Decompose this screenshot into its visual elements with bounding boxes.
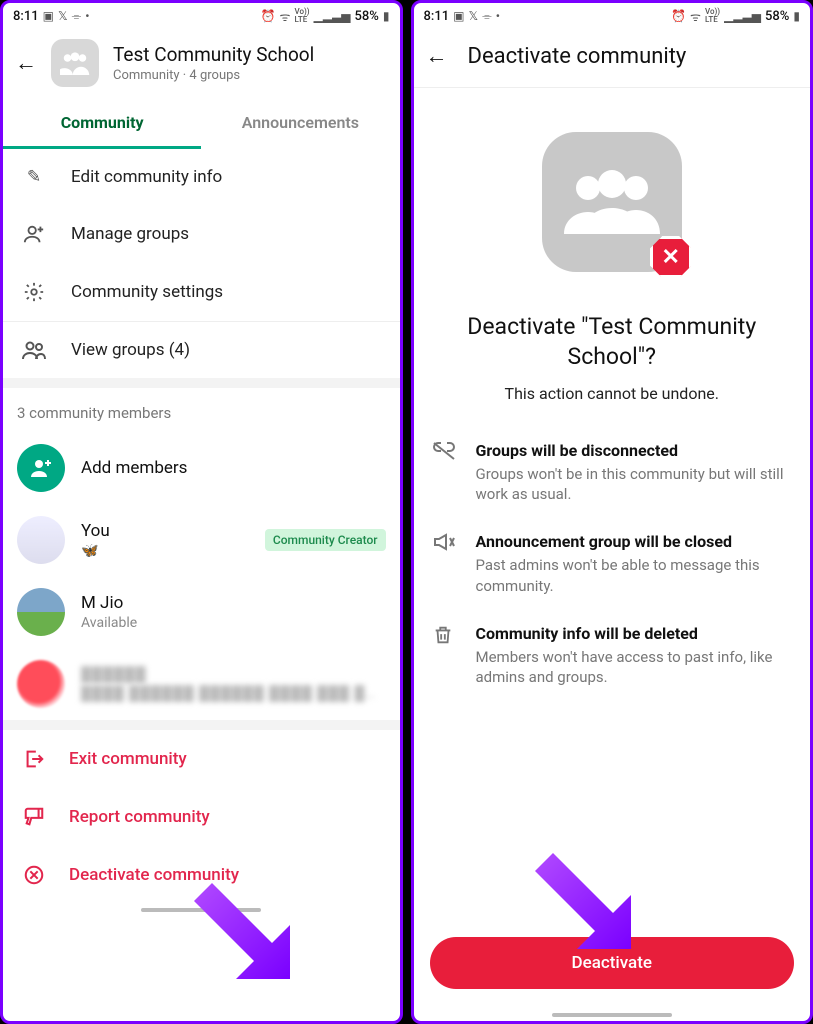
deactivate-button[interactable]: Deactivate xyxy=(430,937,795,989)
row-deactivate-community[interactable]: Deactivate community xyxy=(3,846,400,904)
bug-icon: ⌯ xyxy=(72,9,82,24)
community-title: Test Community School xyxy=(113,43,388,66)
avatar xyxy=(17,660,65,708)
battery-icon: ▮ xyxy=(383,9,390,23)
status-bar: 8:11 ▣ 𝕏 ⌯ • ⏰ ᯤ Vo))LTE ▁▂▃▅ 58% ▮ xyxy=(414,3,811,29)
pencil-icon: ✎ xyxy=(21,167,47,187)
row-edit-community-info[interactable]: ✎ Edit community info xyxy=(3,149,400,205)
row-community-settings[interactable]: Community settings xyxy=(3,263,400,321)
x-icon: 𝕏 xyxy=(58,9,68,23)
dot-icon: • xyxy=(85,9,89,23)
row-exit-community[interactable]: Exit community xyxy=(3,730,400,788)
row-label: Manage groups xyxy=(71,224,189,244)
bullet-disconnect: Groups will be disconnected Groups won't… xyxy=(432,431,793,523)
back-icon[interactable]: ← xyxy=(15,50,37,76)
wifi-icon: ᯤ xyxy=(280,8,291,25)
nav-bar xyxy=(414,1009,811,1021)
bug-icon: ⌯ xyxy=(482,9,492,24)
row-report-community[interactable]: Report community xyxy=(3,788,400,846)
row-label: Deactivate community xyxy=(69,865,239,885)
member-redacted[interactable]: ██████ ████ ██████ ██████ ████ ███ ███… xyxy=(3,648,400,720)
header-title: Deactivate community xyxy=(468,44,687,69)
member-mjio[interactable]: M Jio Available xyxy=(3,576,400,648)
bullet-delete: Community info will be deleted Members w… xyxy=(432,614,793,706)
member-name: ██████ xyxy=(81,666,386,683)
bullet-title: Groups will be disconnected xyxy=(476,441,793,460)
member-you[interactable]: You 🦋 Community Creator xyxy=(3,504,400,576)
deactivate-header: ← Deactivate community xyxy=(414,29,811,88)
x-badge-icon: ✕ xyxy=(650,236,692,278)
member-status: ████ ██████ ██████ ████ ███ ███… xyxy=(81,685,386,702)
community-subtitle: Community · 4 groups xyxy=(113,68,388,83)
avatar xyxy=(17,516,65,564)
status-time: 8:11 xyxy=(424,9,450,24)
community-avatar[interactable] xyxy=(51,39,99,87)
tab-community[interactable]: Community xyxy=(3,99,201,149)
row-view-groups[interactable]: View groups (4) xyxy=(3,322,400,378)
gallery-icon: ▣ xyxy=(43,9,54,23)
bullet-desc: Members won't have access to past info, … xyxy=(476,647,793,688)
exit-icon xyxy=(21,748,47,770)
dot-icon: • xyxy=(496,9,500,23)
trash-icon xyxy=(432,624,458,688)
people-icon xyxy=(21,340,47,360)
volte-icon: Vo))LTE xyxy=(294,8,309,24)
signal-icon: ▁▂▃▅ xyxy=(724,9,761,23)
signal-icon: ▁▂▃▅ xyxy=(314,9,351,23)
add-members-icon xyxy=(17,444,65,492)
avatar xyxy=(17,588,65,636)
tab-announcements[interactable]: Announcements xyxy=(201,99,399,149)
status-battery: 58% xyxy=(765,9,789,24)
bullet-title: Community info will be deleted xyxy=(476,624,793,643)
add-members-label: Add members xyxy=(81,458,187,478)
nav-bar xyxy=(3,904,400,916)
person-plus-icon xyxy=(21,223,47,245)
alarm-icon: ⏰ xyxy=(261,9,276,23)
status-time: 8:11 xyxy=(13,9,39,24)
row-label: Edit community info xyxy=(71,167,222,187)
deactivate-title: Deactivate "Test Community School"? xyxy=(438,312,787,372)
member-status: Available xyxy=(81,615,137,631)
row-add-members[interactable]: Add members xyxy=(3,432,400,504)
megaphone-off-icon xyxy=(432,532,458,596)
member-name: You xyxy=(81,521,249,541)
bullet-desc: Groups won't be in this community but wi… xyxy=(476,464,793,505)
bullet-announcement: Announcement group will be closed Past a… xyxy=(432,522,793,614)
gallery-icon: ▣ xyxy=(453,9,464,23)
member-status: 🦋 xyxy=(81,543,249,559)
tabs: Community Announcements xyxy=(3,99,400,149)
x-icon: 𝕏 xyxy=(468,9,478,23)
battery-icon: ▮ xyxy=(793,9,800,23)
member-name: M Jio xyxy=(81,593,137,613)
deactivate-subtitle: This action cannot be undone. xyxy=(432,384,793,403)
alarm-icon: ⏰ xyxy=(671,9,686,23)
circle-x-icon xyxy=(21,864,47,886)
row-label: Exit community xyxy=(69,749,187,769)
unlink-icon xyxy=(432,441,458,505)
right-screenshot: 8:11 ▣ 𝕏 ⌯ • ⏰ ᯤ Vo))LTE ▁▂▃▅ 58% ▮ ← De… xyxy=(411,0,813,1024)
row-manage-groups[interactable]: Manage groups xyxy=(3,205,400,263)
community-avatar-large: ✕ xyxy=(542,132,682,272)
gear-icon xyxy=(21,281,47,303)
back-icon[interactable]: ← xyxy=(426,43,448,69)
status-battery: 58% xyxy=(355,9,379,24)
community-header: ← Test Community School Community · 4 gr… xyxy=(3,29,400,99)
row-label: View groups (4) xyxy=(71,340,190,360)
row-label: Community settings xyxy=(71,282,223,302)
thumbs-down-icon xyxy=(21,806,47,828)
bullet-title: Announcement group will be closed xyxy=(476,532,793,551)
volte-icon: Vo))LTE xyxy=(705,8,720,24)
wifi-icon: ᯤ xyxy=(690,8,701,25)
bullet-desc: Past admins won't be able to message thi… xyxy=(476,555,793,596)
left-screenshot: 8:11 ▣ 𝕏 ⌯ • ⏰ ᯤ Vo))LTE ▁▂▃▅ 58% ▮ ← Te… xyxy=(0,0,403,1024)
creator-badge: Community Creator xyxy=(265,529,386,551)
row-label: Report community xyxy=(69,807,210,827)
status-bar: 8:11 ▣ 𝕏 ⌯ • ⏰ ᯤ Vo))LTE ▁▂▃▅ 58% ▮ xyxy=(3,3,400,29)
members-header: 3 community members xyxy=(3,388,400,432)
